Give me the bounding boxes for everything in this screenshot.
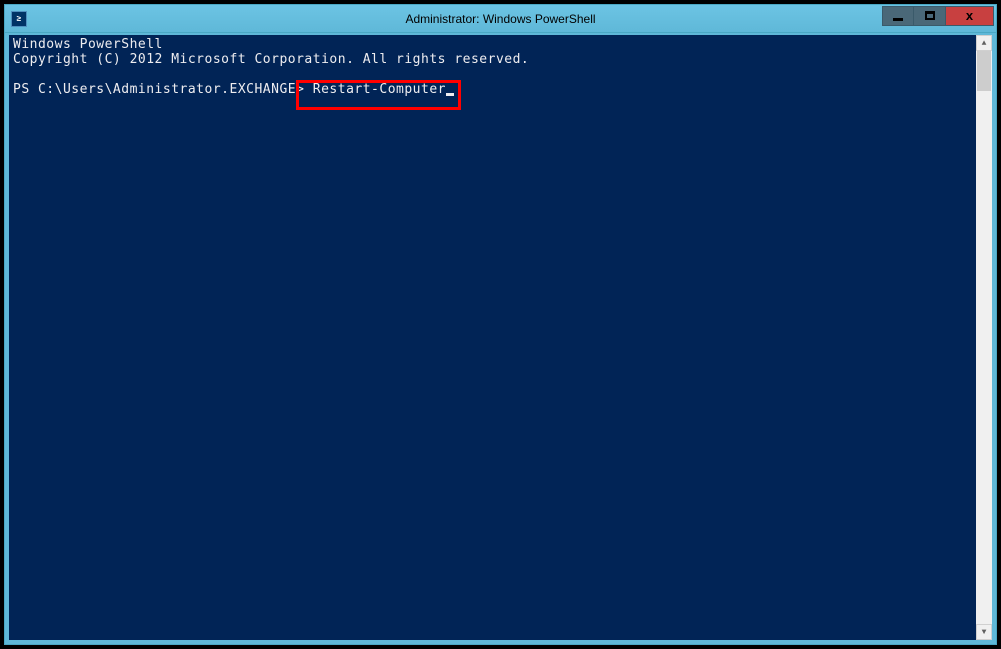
maximize-icon [925, 11, 935, 20]
header-line-2: Copyright (C) 2012 Microsoft Corporation… [13, 52, 972, 67]
console-area: Windows PowerShellCopyright (C) 2012 Mic… [9, 35, 992, 640]
vertical-scrollbar[interactable]: ▲ ▼ [976, 35, 992, 640]
cursor [446, 93, 454, 96]
console-output[interactable]: Windows PowerShellCopyright (C) 2012 Mic… [9, 35, 976, 640]
prompt-line: PS C:\Users\Administrator.EXCHANGE> Rest… [13, 82, 972, 97]
titlebar[interactable]: ≥ Administrator: Windows PowerShell x [5, 5, 996, 33]
close-button[interactable]: x [946, 6, 994, 26]
powershell-icon: ≥ [11, 11, 27, 27]
command-text: Restart-Computer [313, 82, 446, 97]
powershell-window: ≥ Administrator: Windows PowerShell x Wi… [4, 4, 997, 645]
ps-glyph: ≥ [17, 14, 21, 23]
scroll-down-button[interactable]: ▼ [976, 624, 992, 640]
window-controls: x [882, 6, 994, 26]
scroll-up-button[interactable]: ▲ [976, 35, 992, 51]
maximize-button[interactable] [914, 6, 946, 26]
close-icon: x [966, 8, 973, 23]
scroll-track[interactable] [976, 51, 992, 624]
minimize-button[interactable] [882, 6, 914, 26]
prompt-text: PS C:\Users\Administrator.EXCHANGE> [13, 82, 304, 97]
header-line-1: Windows PowerShell [13, 37, 972, 52]
blank-line [13, 67, 972, 82]
scroll-thumb[interactable] [977, 51, 991, 91]
minimize-icon [893, 18, 903, 21]
window-title: Administrator: Windows PowerShell [405, 12, 595, 26]
